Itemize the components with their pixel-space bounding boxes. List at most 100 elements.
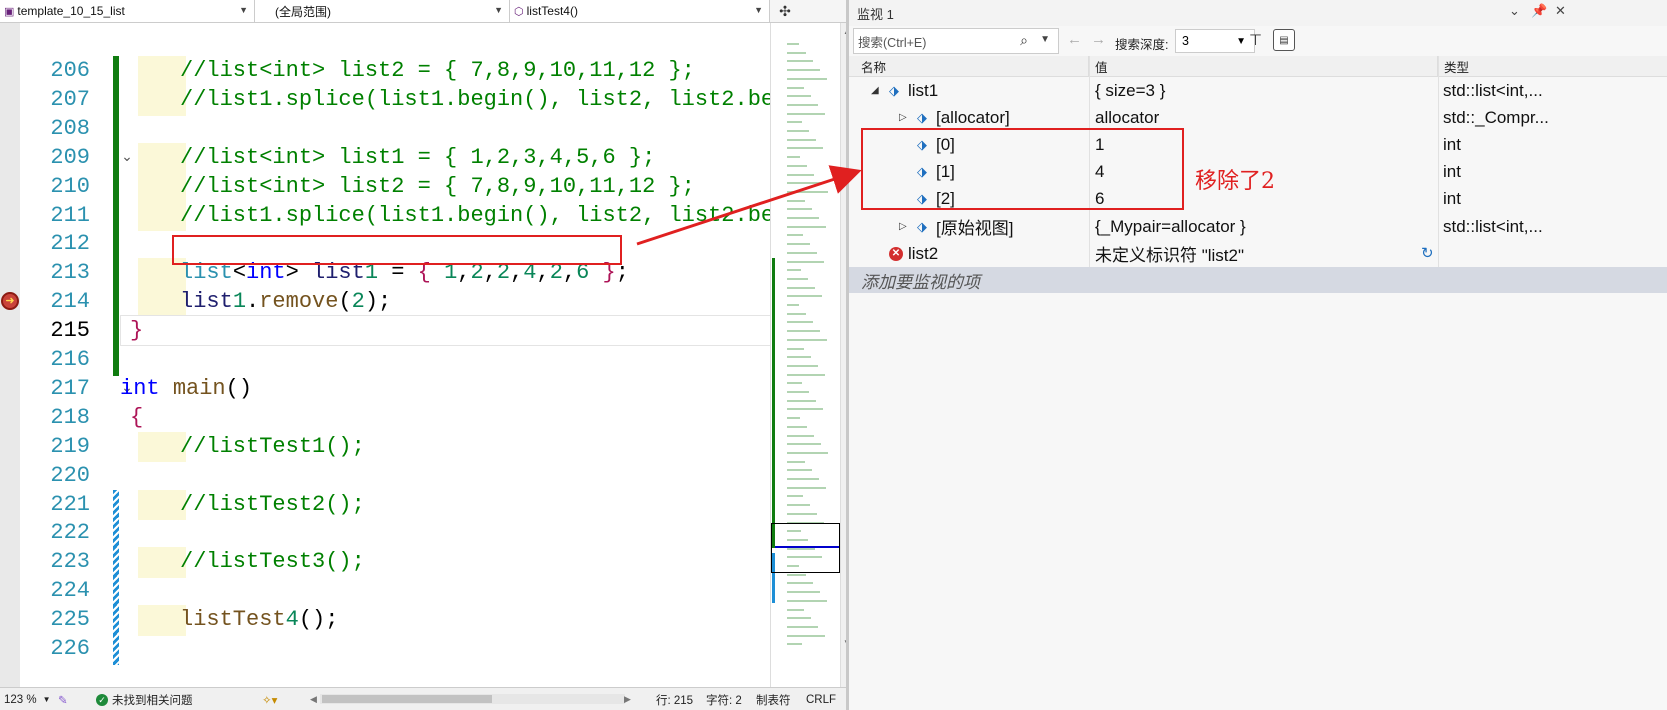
minimap-line xyxy=(787,60,813,63)
change-marker xyxy=(113,576,119,607)
hex-display-icon[interactable]: ▤ xyxy=(1273,29,1295,51)
watch-value[interactable]: 未定义标识符 "list2" xyxy=(1095,240,1244,267)
minimap-line xyxy=(787,399,816,402)
change-marker xyxy=(113,345,119,376)
code-line[interactable]: 206 //list<int> list2 = { 7,8,9,10,11,12 … xyxy=(20,56,817,87)
collapse-icon[interactable]: ◢ xyxy=(871,85,883,96)
change-marker xyxy=(113,634,119,665)
indent-guide xyxy=(138,489,186,521)
horizontal-scrollbar[interactable] xyxy=(320,694,625,704)
code-line[interactable]: 221 //listTest2(); xyxy=(20,489,817,521)
code-line[interactable]: 207 //list1.splice(list1.begin(), list2, … xyxy=(20,84,817,116)
scroll-right-icon[interactable]: ▶ xyxy=(624,688,631,710)
minimap-line xyxy=(787,617,811,620)
code-line[interactable]: 226 xyxy=(20,634,817,665)
code-line[interactable]: 214 list1.remove(2); xyxy=(20,287,817,318)
scope-dropdown[interactable]: (全局范围) ▼ xyxy=(255,0,510,22)
line-number: 222 xyxy=(50,520,90,546)
minimap-line xyxy=(787,643,802,646)
code-line[interactable]: 225 listTest4(); xyxy=(20,605,817,636)
code-line[interactable]: 224 xyxy=(20,576,817,607)
scroll-left-icon[interactable]: ◀ xyxy=(310,688,317,710)
code-area[interactable]: 206 //list<int> list2 = { 7,8,9,10,11,12 … xyxy=(20,23,817,687)
minimap-line xyxy=(787,269,801,272)
minimap-line xyxy=(787,277,808,280)
code-line[interactable]: 211 //list1.splice(list1.begin(), list2, … xyxy=(20,200,817,232)
pin-icon[interactable]: 📌 xyxy=(1531,3,1547,19)
watch-name: list2 xyxy=(908,243,939,263)
minimap-viewport[interactable] xyxy=(771,523,840,573)
minimap-line xyxy=(787,251,817,254)
tabs-indicator[interactable]: 制表符 xyxy=(756,688,791,710)
horizontal-scroll-thumb[interactable] xyxy=(322,695,492,703)
chevron-down-icon[interactable]: ⌄ xyxy=(1509,3,1520,19)
function-icon: ⬡ xyxy=(514,5,524,18)
code-line[interactable]: 220 xyxy=(20,461,817,492)
code-line[interactable]: 217 ⌄ int main() xyxy=(20,374,817,405)
highlight-box-watch xyxy=(861,128,1184,210)
brush-icon[interactable]: ✎ xyxy=(58,688,68,710)
forward-arrow-icon[interactable]: → xyxy=(1091,31,1106,48)
column-value[interactable]: 值 xyxy=(1089,56,1438,77)
minimap-line xyxy=(787,208,812,211)
watch-name: [原始视图] xyxy=(936,219,1014,239)
depth-label: 搜索深度: xyxy=(1115,38,1169,52)
scroll-overview-map[interactable] xyxy=(770,23,840,687)
code-line[interactable]: 209 ⌄ //list<int> list1 = { 1,2,3,4,5,6 }; xyxy=(20,142,817,174)
char-indicator[interactable]: 字符: 2 xyxy=(706,688,742,710)
breakpoint-gutter[interactable] xyxy=(0,23,20,687)
watch-panel[interactable]: 监视 1 ⌄ 📌 ✕ 搜索(Ctrl+E) ⌕ ▼ ← → 搜索深度: 3 ▼ … xyxy=(846,0,1667,710)
watch-search-input[interactable]: 搜索(Ctrl+E) ⌕ ▼ xyxy=(853,28,1059,54)
column-name[interactable]: 名称 xyxy=(849,56,1089,77)
back-arrow-icon[interactable]: ← xyxy=(1067,31,1082,48)
minimap-change-bar xyxy=(772,258,775,548)
pin-source-icon[interactable]: ⊤ xyxy=(1249,31,1262,49)
fold-toggle-icon[interactable]: ⌄ xyxy=(120,143,134,174)
issues-status[interactable]: ✓ 未找到相关问题 xyxy=(96,688,193,710)
refresh-icon[interactable]: ↻ xyxy=(1421,244,1434,262)
close-icon[interactable]: ✕ xyxy=(1555,3,1566,19)
cleanup-icon[interactable]: ✧▾ xyxy=(262,688,277,710)
code-text: //list<int> list2 = { 7,8,9,10,11,12 }; xyxy=(180,58,695,83)
code-line[interactable]: 222 xyxy=(20,518,817,550)
project-dropdown[interactable]: ▣ template_10_15_list ▼ xyxy=(0,0,255,22)
indent-guide xyxy=(138,547,186,578)
code-line[interactable]: 219 //listTest1(); xyxy=(20,431,817,463)
code-line[interactable]: 215} xyxy=(20,316,817,347)
expand-icon[interactable]: ▷ xyxy=(899,221,911,232)
search-icon[interactable]: ⌕ xyxy=(1020,32,1028,49)
code-line[interactable]: 210 //list<int> list2 = { 7,8,9,10,11,12 … xyxy=(20,171,817,203)
minimap-line xyxy=(787,225,826,228)
change-marker xyxy=(113,142,119,174)
code-text: //listTest2(); xyxy=(180,491,365,517)
watch-value[interactable]: {_Mypair=allocator } xyxy=(1095,213,1246,240)
eol-indicator[interactable]: CRLF xyxy=(806,688,836,710)
change-marker xyxy=(113,171,119,203)
chevron-down-icon[interactable]: ▼ xyxy=(1040,34,1050,45)
function-dropdown[interactable]: ⬡ listTest4() ▼ xyxy=(510,0,770,22)
minimap-line xyxy=(787,69,820,72)
change-marker xyxy=(113,316,119,347)
add-watch-item[interactable]: 添加要监视的项 xyxy=(849,267,1667,293)
watch-row[interactable]: ▷ ⬗ [原始视图] {_Mypair=allocator } std::list<in… xyxy=(849,213,1667,240)
code-line[interactable]: 208 xyxy=(20,113,817,145)
code-line[interactable]: 216 xyxy=(20,345,817,376)
code-line[interactable]: 223 //listTest3(); xyxy=(20,547,817,578)
watch-row[interactable]: ◢ ⬗ list1 { size=3 } std::list<int,... xyxy=(849,77,1667,104)
line-indicator[interactable]: 行: 215 xyxy=(656,688,693,710)
code-text: //listTest3(); xyxy=(180,549,365,575)
expand-icon[interactable]: ▷ xyxy=(899,112,911,123)
indent-guide xyxy=(138,200,186,232)
minimap-line xyxy=(787,338,827,341)
zoom-level[interactable]: 123 % ▼ xyxy=(4,688,51,710)
watch-name: list1 xyxy=(908,80,939,100)
column-type[interactable]: 类型 xyxy=(1438,56,1667,77)
split-window-button[interactable]: ✣ xyxy=(770,0,800,22)
watch-row[interactable]: ✕ list2 未定义标识符 "list2" ↻ xyxy=(849,240,1667,267)
change-marker xyxy=(113,56,119,87)
depth-select[interactable]: 3 ▼ xyxy=(1175,29,1255,53)
minimap-line xyxy=(787,86,804,89)
code-line[interactable]: 218 { xyxy=(20,403,817,434)
watch-value[interactable]: { size=3 } xyxy=(1095,77,1165,104)
code-editor[interactable]: ▣ template_10_15_list ▼ (全局范围) ▼ ⬡ listT… xyxy=(0,0,893,710)
